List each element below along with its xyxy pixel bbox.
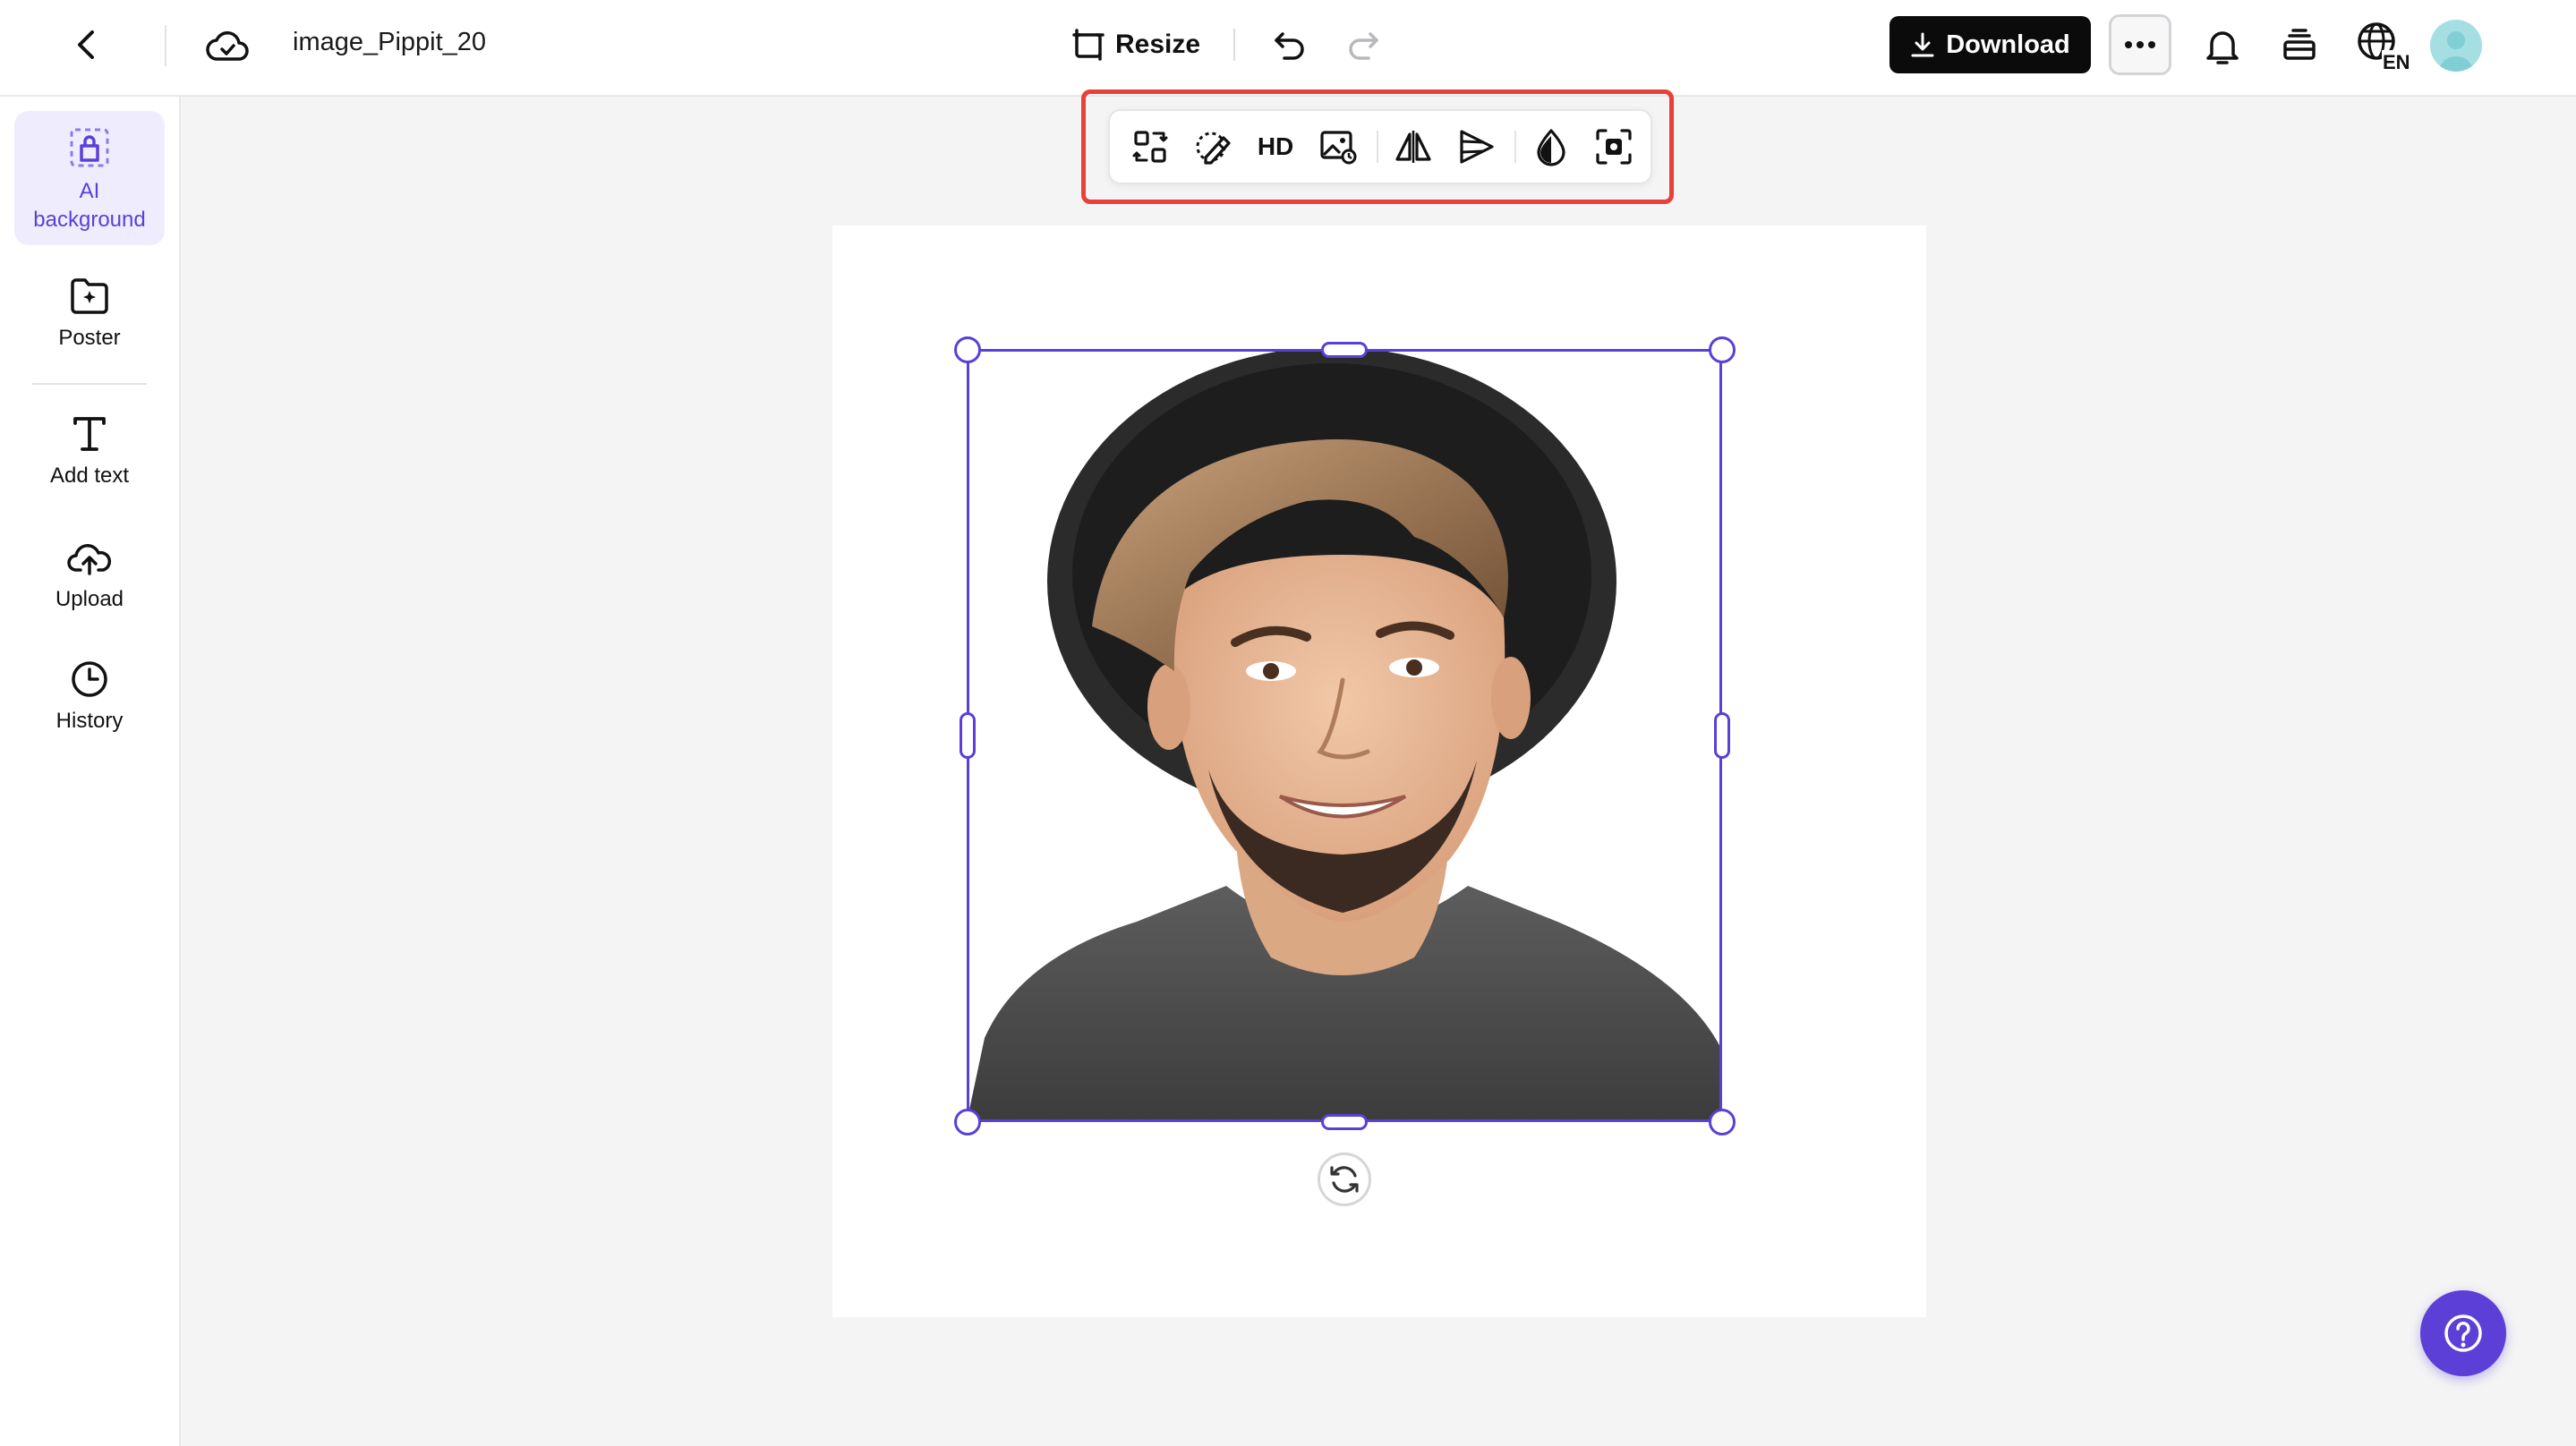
download-icon	[1911, 32, 1934, 57]
cloud-save-button[interactable]	[199, 18, 256, 72]
replace-icon	[1132, 131, 1168, 163]
top-bar: image_Pippit_20 Resize Download EN	[0, 0, 2576, 97]
sidebar-item-history[interactable]: History	[14, 655, 165, 753]
replace-button[interactable]	[1124, 120, 1176, 174]
download-label: Download	[1946, 30, 2070, 59]
cloud-check-icon	[206, 31, 249, 61]
upload-icon	[67, 533, 112, 582]
sidebar-item-label: Poster	[58, 326, 121, 350]
rotate-button[interactable]	[1318, 1153, 1371, 1206]
focus-icon	[1596, 129, 1632, 165]
image-edit-icon	[1320, 131, 1357, 165]
hd-upscale-button[interactable]: HD	[1250, 120, 1301, 174]
resize-icon	[1072, 29, 1105, 61]
help-button[interactable]	[2420, 1290, 2506, 1376]
chevron-left-icon	[78, 30, 94, 59]
portrait-illustration	[967, 349, 1720, 1122]
perspective-button[interactable]	[1450, 120, 1502, 174]
opacity-button[interactable]	[1525, 120, 1577, 174]
sidebar-item-add-text[interactable]: Add text	[14, 410, 165, 508]
help-question-icon	[2444, 1314, 2482, 1352]
resize-handle-top-right[interactable]	[1709, 336, 1736, 363]
language-code: EN	[2383, 51, 2410, 72]
text-icon	[70, 410, 109, 458]
back-button[interactable]	[61, 20, 111, 70]
magic-eraser-icon	[1196, 132, 1231, 165]
ai-background-icon	[68, 123, 111, 172]
image-toolbar: HD	[1108, 109, 1652, 184]
resize-handle-top[interactable]	[1321, 342, 1368, 358]
poster-icon	[69, 272, 110, 320]
hd-label: HD	[1257, 132, 1294, 160]
sidebar-item-poster[interactable]: Poster	[14, 272, 165, 370]
flip-button[interactable]	[1387, 120, 1439, 174]
resize-label: Resize	[1115, 30, 1201, 59]
sidebar-item-label: AI background	[33, 179, 146, 232]
layers-button[interactable]	[2272, 18, 2327, 73]
avatar[interactable]	[2430, 20, 2482, 72]
resize-handle-bottom-right[interactable]	[1709, 1109, 1736, 1136]
undo-button[interactable]	[1264, 20, 1316, 70]
toolbar-divider	[1377, 131, 1378, 163]
history-icon	[69, 655, 110, 703]
resize-handle-bottom-left[interactable]	[954, 1109, 981, 1136]
sidebar-item-label: Upload	[55, 587, 124, 611]
portrait-image[interactable]	[967, 349, 1720, 1122]
sidebar-item-upload[interactable]: Upload	[14, 533, 165, 632]
resize-handle-bottom[interactable]	[1321, 1114, 1368, 1130]
rotate-icon	[1330, 1166, 1359, 1193]
image-edit-button[interactable]	[1312, 120, 1364, 174]
redo-icon	[1349, 32, 1378, 60]
focus-button[interactable]	[1588, 120, 1640, 174]
resize-handle-top-left[interactable]	[954, 336, 981, 363]
resize-handle-left[interactable]	[960, 712, 976, 759]
language-button[interactable]: EN	[2352, 16, 2415, 75]
perspective-icon	[1460, 130, 1494, 164]
globe-icon: EN	[2358, 22, 2410, 72]
flip-icon	[1395, 131, 1431, 163]
redo-button[interactable]	[1337, 20, 1389, 70]
opacity-icon	[1537, 129, 1565, 166]
sidebar-item-ai-background[interactable]: AI background	[14, 111, 165, 245]
file-name[interactable]: image_Pippit_20	[293, 28, 486, 57]
download-button[interactable]: Download	[1889, 16, 2091, 73]
header-divider-2	[1233, 29, 1235, 61]
more-dots-icon	[2125, 41, 2155, 48]
more-options-button[interactable]	[2109, 14, 2171, 75]
resize-handle-right[interactable]	[1714, 712, 1730, 759]
toolbar-divider	[1514, 131, 1516, 163]
bell-icon	[2206, 31, 2239, 64]
header-divider	[165, 25, 166, 66]
sidebar-item-label: Add text	[49, 464, 130, 488]
left-sidebar: AI background Poster Add text Upload His…	[0, 97, 181, 1446]
undo-icon	[1275, 32, 1304, 60]
stack-icon	[2283, 29, 2316, 60]
magic-eraser-button[interactable]	[1187, 120, 1239, 174]
user-avatar-icon	[2439, 31, 2473, 72]
resize-button[interactable]: Resize	[1070, 20, 1200, 70]
sidebar-divider	[32, 383, 147, 385]
sidebar-item-label: History	[55, 709, 124, 733]
notifications-button[interactable]	[2195, 18, 2250, 73]
